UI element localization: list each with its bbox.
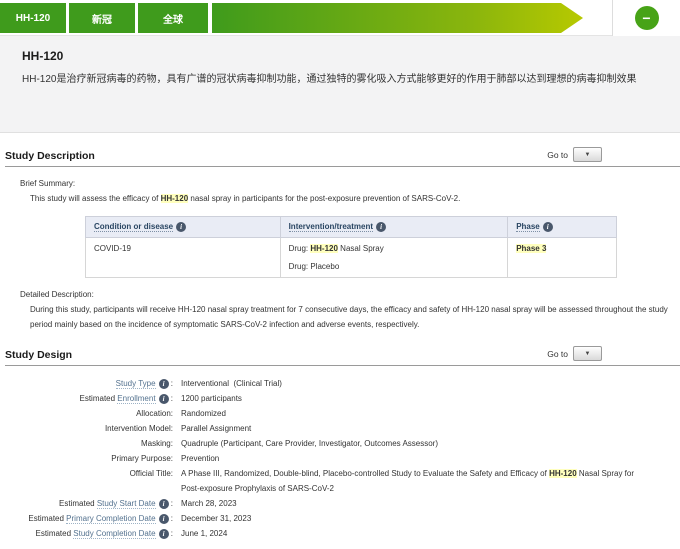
minus-icon: − (642, 11, 650, 25)
field-intervention-model: Intervention Model: Parallel Assignment (5, 421, 680, 436)
field-primary-purpose: Primary Purpose: Prevention (5, 451, 680, 466)
search-highlight: HH-120 (161, 194, 189, 203)
masking-value: Quadruple (Participant, Care Provider, I… (181, 436, 438, 451)
banner-progress-arrow (212, 3, 583, 33)
detailed-description-label: Detailed Description: (20, 290, 680, 299)
drug-description: HH-120是治疗新冠病毒的药物，具有广谱的冠状病毒抑制功能，通过独特的雾化吸入… (22, 71, 658, 88)
intervention-cell: Drug: HH-120 Nasal Spray Drug: Placebo (280, 238, 508, 278)
official-title-value: A Phase III, Randomized, Double-blind, P… (181, 466, 651, 496)
intervention-pre: Drug: (289, 244, 311, 253)
study-type-value: Interventional (Clinical Trial) (181, 376, 282, 391)
section-title-study-design: Study Design (5, 349, 72, 361)
header-phase: Phasei (508, 217, 617, 238)
goto-label: Go to (547, 150, 568, 160)
chevron-down-icon: ▼ (585, 152, 591, 158)
drug-summary-card: HH-120 HH-120是治疗新冠病毒的药物，具有广谱的冠状病毒抑制功能，通过… (0, 36, 680, 133)
study-start-date-value: March 28, 2023 (181, 496, 237, 511)
field-masking: Masking: Quadruple (Participant, Care Pr… (5, 436, 680, 451)
detailed-description-text: During this study, participants will rec… (30, 302, 670, 332)
brief-summary-text: This study will assess the efficacy of H… (30, 191, 670, 206)
goto-dropdown[interactable]: ▼ (573, 346, 602, 361)
search-highlight: HH-120 (549, 469, 577, 478)
table-row: COVID-19 Drug: HH-120 Nasal Spray Drug: … (86, 238, 617, 278)
study-design-fields: Study Typei : Interventional (Clinical T… (5, 376, 680, 549)
study-design-header: Study Design Go to ▼ (5, 346, 680, 366)
main-content: Study Description Go to ▼ Brief Summary:… (0, 147, 680, 549)
goto-label: Go to (547, 349, 568, 359)
allocation-value: Randomized (181, 406, 226, 421)
phase-cell: Phase 3 (508, 238, 617, 278)
header-intervention: Intervention/treatmenti (280, 217, 508, 238)
search-highlight: HH-120 (310, 244, 338, 253)
conditions-table: Condition or diseasei Intervention/treat… (85, 216, 617, 278)
field-allocation: Allocation: Randomized (5, 406, 680, 421)
intervention-header-link[interactable]: Intervention/treatment (289, 222, 373, 232)
chevron-down-icon: ▼ (585, 351, 591, 357)
field-enrollment: Estimated Enrollmenti : 1200 participant… (5, 391, 680, 406)
section-title-study-description: Study Description (5, 150, 95, 162)
primary-completion-date-value: December 31, 2023 (181, 511, 251, 526)
intervention-post: Nasal Spray (338, 244, 384, 253)
collapse-button[interactable]: − (635, 6, 659, 30)
condition-cell: COVID-19 (86, 238, 281, 278)
study-type-link[interactable]: Study Type (116, 379, 156, 389)
info-icon[interactable]: i (159, 394, 169, 404)
collapse-area: − (612, 0, 680, 36)
goto-control: Go to ▼ (547, 346, 602, 361)
study-start-date-link[interactable]: Study Start Date (97, 499, 156, 509)
banner-segment-drug[interactable]: HH-120 (0, 3, 66, 33)
study-description-header: Study Description Go to ▼ (5, 147, 680, 167)
condition-header-link[interactable]: Condition or disease (94, 222, 173, 232)
brief-summary-post: nasal spray in participants for the post… (188, 194, 460, 203)
field-study-start-date: Estimated Study Start Datei : March 28, … (5, 496, 680, 511)
field-study-completion-date: Estimated Study Completion Datei : June … (5, 526, 680, 541)
study-completion-date-value: June 1, 2024 (181, 526, 227, 541)
header-condition: Condition or diseasei (86, 217, 281, 238)
phase-value: Phase 3 (516, 244, 546, 253)
info-icon[interactable]: i (376, 222, 386, 232)
enrollment-link[interactable]: Enrollment (117, 394, 155, 404)
table-header-row: Condition or diseasei Intervention/treat… (86, 217, 617, 238)
field-primary-completion-date: Estimated Primary Completion Datei : Dec… (5, 511, 680, 526)
info-icon[interactable]: i (159, 514, 169, 524)
intervention-model-value: Parallel Assignment (181, 421, 251, 436)
goto-control: Go to ▼ (547, 147, 602, 162)
info-icon[interactable]: i (176, 222, 186, 232)
banner-segment-region[interactable]: 全球 (138, 3, 208, 33)
field-study-type: Study Typei : Interventional (Clinical T… (5, 376, 680, 391)
intervention-line: Drug: HH-120 Nasal Spray (289, 244, 500, 253)
goto-dropdown[interactable]: ▼ (573, 147, 602, 162)
banner-segment-indication[interactable]: 新冠 (69, 3, 135, 33)
phase-header-link[interactable]: Phase (516, 222, 540, 232)
drug-title: HH-120 (22, 49, 658, 63)
brief-summary-pre: This study will assess the efficacy of (30, 194, 161, 203)
info-icon[interactable]: i (159, 379, 169, 389)
intervention-line: Drug: Placebo (289, 262, 500, 271)
primary-purpose-value: Prevention (181, 451, 219, 466)
field-official-title: Official Title: A Phase III, Randomized,… (5, 466, 680, 496)
brief-summary-label: Brief Summary: (20, 179, 680, 188)
info-icon[interactable]: i (543, 222, 553, 232)
info-icon[interactable]: i (159, 499, 169, 509)
enrollment-value: 1200 participants (181, 391, 242, 406)
primary-completion-date-link[interactable]: Primary Completion Date (66, 514, 155, 524)
top-banner: HH-120 新冠 全球 − (0, 0, 680, 36)
